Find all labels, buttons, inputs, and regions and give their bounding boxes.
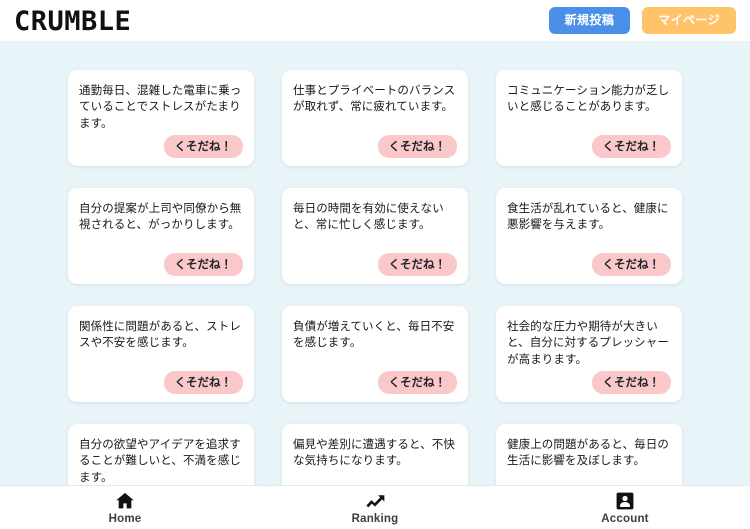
nav-item-account[interactable]: Account [500, 486, 750, 529]
post-card-footer: くそだね！ [79, 135, 243, 158]
kusodane-button[interactable]: くそだね！ [591, 371, 671, 394]
kusodane-button[interactable]: くそだね！ [377, 135, 457, 158]
app-header: CRUMBLE 新規投稿 マイページ [0, 0, 750, 41]
post-card[interactable]: コミュニケーション能力が乏しいと感じることがあります。くそだね！ [496, 70, 682, 166]
post-card[interactable]: 自分の欲望やアイデアを追求することが難しいと、不満を感じます。くそだね！ [68, 424, 254, 485]
post-card-footer: くそだね！ [507, 371, 671, 394]
post-text: 自分の欲望やアイデアを追求することが難しいと、不満を感じます。 [79, 437, 241, 484]
kusodane-button[interactable]: くそだね！ [163, 371, 243, 394]
kusodane-button[interactable]: くそだね！ [163, 253, 243, 276]
post-text: 通勤毎日、混雑した電車に乗っていることでストレスがたまります。 [79, 83, 242, 130]
nav-label-home: Home [108, 512, 142, 525]
home-icon [114, 490, 136, 512]
kusodane-button[interactable]: くそだね！ [377, 253, 457, 276]
post-card-footer: くそだね！ [507, 135, 671, 158]
feed-scroll-area[interactable]: 通勤毎日、混雑した電車に乗っていることでストレスがたまります。 くそだね！ 仕事とプ… [0, 41, 750, 485]
header-actions: 新規投稿 マイページ [548, 7, 736, 34]
post-card[interactable]: 食生活が乱れていると、健康に悪影響を与えます。くそだね！ [496, 188, 682, 284]
post-card[interactable]: 健康上の問題があると、毎日の生活に影響を及ぼします。くそだね！ [496, 424, 682, 485]
post-text: 負債が増えていくと、毎日不安を感じます。 [293, 319, 455, 350]
post-text: 仕事とプライベートのバランスが取れず、常に疲れています。 [293, 83, 456, 114]
post-card-footer: くそだね！ [293, 135, 457, 158]
nav-label-account: Account [601, 512, 649, 525]
post-card[interactable]: 負債が増えていくと、毎日不安を感じます。くそだね！ [282, 306, 468, 402]
post-text: 食生活が乱れていると、健康に悪影響を与えます。 [507, 201, 669, 232]
account-badge-icon [614, 490, 636, 512]
post-card-footer: くそだね！ [293, 253, 457, 276]
new-post-button[interactable]: 新規投稿 [548, 7, 631, 34]
post-text: 自分の提案が上司や同僚から無視されると、がっかりします。 [79, 201, 242, 232]
post-text: 社会的な圧力や期待が大きいと、自分に対するプレッシャーが高まります。 [507, 319, 669, 366]
post-text: コミュニケーション能力が乏しいと感じることがあります。 [507, 83, 670, 114]
post-card[interactable]: 仕事とプライベートのバランスが取れず、常に疲れています。くそだね！ [282, 70, 468, 166]
post-text: 健康上の問題があると、毎日の生活に影響を及ぼします。 [507, 437, 669, 468]
post-card[interactable]: 毎日の時間を有効に使えないと、常に忙しく感じます。くそだね！ [282, 188, 468, 284]
mypage-button[interactable]: マイページ [642, 7, 736, 34]
kusodane-button[interactable]: くそだね！ [591, 135, 671, 158]
post-text: 関係性に問題があると、ストレスや不安を感じます。 [79, 319, 241, 350]
post-card-footer: くそだね！ [79, 371, 243, 394]
app-logo: CRUMBLE [14, 6, 132, 37]
trending-up-icon [364, 490, 386, 512]
post-card-footer: くそだね！ [293, 371, 457, 394]
nav-item-ranking[interactable]: Ranking [250, 486, 500, 529]
post-text: 毎日の時間を有効に使えないと、常に忙しく感じます。 [293, 201, 444, 232]
post-grid: 通勤毎日、混雑した電車に乗っていることでストレスがたまります。 くそだね！ 仕事とプ… [0, 41, 750, 485]
bottom-navigation: Home Ranking Account [0, 485, 750, 529]
kusodane-button[interactable]: くそだね！ [377, 371, 457, 394]
post-card[interactable]: 関係性に問題があると、ストレスや不安を感じます。くそだね！ [68, 306, 254, 402]
post-card[interactable]: 社会的な圧力や期待が大きいと、自分に対するプレッシャーが高まります。くそだね！ [496, 306, 682, 402]
post-card[interactable]: 通勤毎日、混雑した電車に乗っていることでストレスがたまります。くそだね！ [68, 70, 254, 166]
nav-item-home[interactable]: Home [0, 486, 250, 529]
post-card[interactable]: 自分の提案が上司や同僚から無視されると、がっかりします。くそだね！ [68, 188, 254, 284]
post-card-footer: くそだね！ [507, 253, 671, 276]
post-text: 偏見や差別に遭遇すると、不快な気持ちになります。 [293, 437, 455, 468]
post-card[interactable]: 偏見や差別に遭遇すると、不快な気持ちになります。くそだね！ [282, 424, 468, 485]
nav-label-ranking: Ranking [351, 512, 399, 525]
kusodane-button[interactable]: くそだね！ [591, 253, 671, 276]
kusodane-button[interactable]: くそだね！ [163, 135, 243, 158]
post-card-footer: くそだね！ [79, 253, 243, 276]
